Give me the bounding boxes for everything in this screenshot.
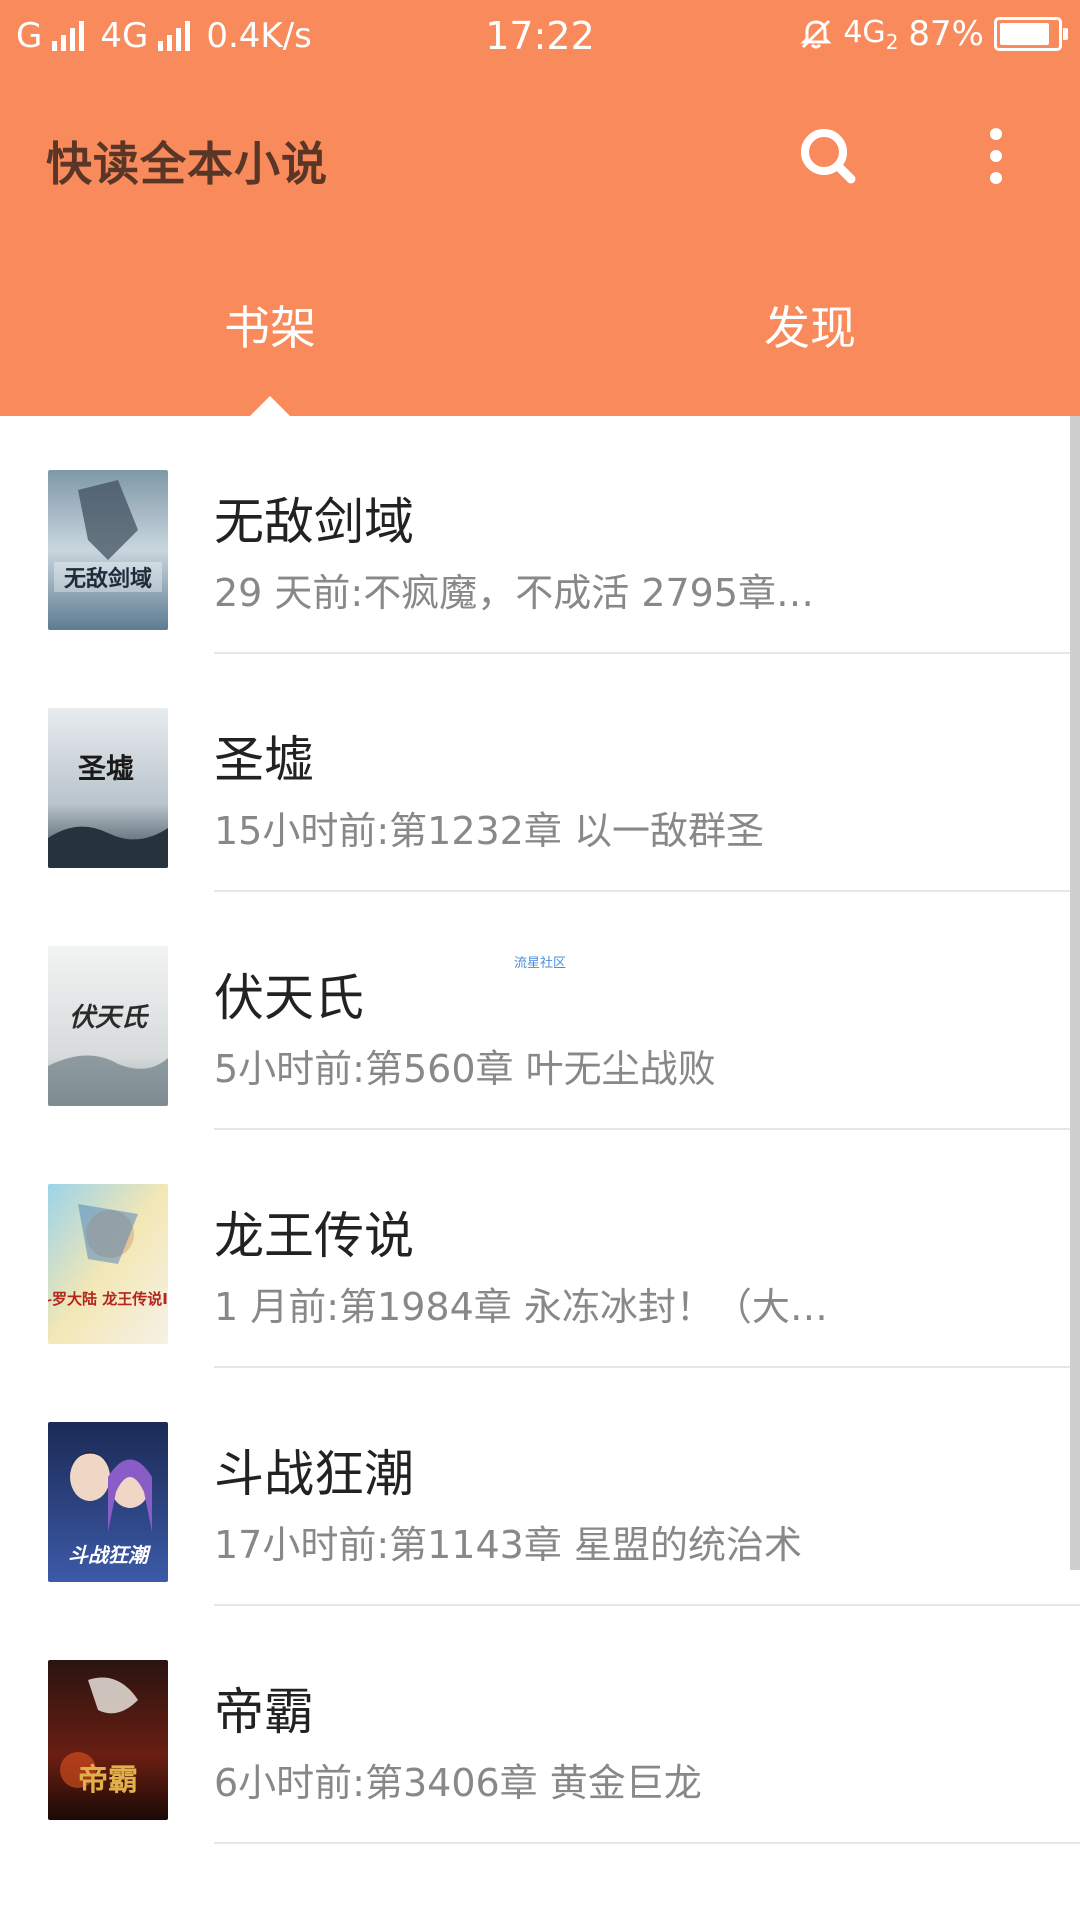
status-bar: G 4G 0.4K/s 17:22 4G2 87% [0, 0, 1080, 76]
status-right: 4G2 87% [799, 14, 1068, 54]
battery-icon [994, 17, 1068, 51]
more-options-button[interactable] [956, 116, 1036, 196]
cover-text: 斗战狂潮 [68, 1543, 152, 1567]
book-item-dou-zhan-kuang-chao[interactable]: 斗战狂潮 斗战狂潮 17小时前:第1143章 星盟的统治术 [0, 1368, 1080, 1606]
book-list: 无敌剑域 无敌剑域 29 天前:不疯魔，不成活 2795章… 圣墟 圣墟 15小… [0, 416, 1080, 1844]
search-button[interactable] [788, 116, 868, 196]
cover-text: 圣墟 [78, 752, 134, 785]
app-bar: 快读全本小说 [0, 76, 1080, 240]
book-cover: 斗罗大陆 龙王传说III [48, 1184, 168, 1344]
book-cover: 帝霸 [48, 1660, 168, 1820]
cover-text: 帝霸 [78, 1763, 138, 1798]
more-vertical-icon [990, 128, 1002, 184]
book-title: 伏天氏 [214, 969, 364, 1027]
cover-text: 斗罗大陆 龙王传说III [48, 1290, 168, 1308]
search-icon [801, 129, 856, 184]
watermark: 流星社区 [514, 956, 567, 971]
book-item-long-wang-chuan-shuo[interactable]: 斗罗大陆 龙王传说III 龙王传说 1 月前:第1984章 永冻冰封！（大… [0, 1130, 1080, 1368]
book-item-di-ba[interactable]: 帝霸 帝霸 6小时前:第3406章 黄金巨龙 [0, 1606, 1080, 1844]
alarm-off-icon [800, 19, 832, 49]
cover-text: 无敌剑域 [64, 566, 152, 592]
book-latest-update: 6小时前:第3406章 黄金巨龙 [214, 1761, 702, 1805]
book-latest-update: 1 月前:第1984章 永冻冰封！（大… [214, 1285, 828, 1329]
network-label-right: 4G2 [843, 14, 899, 54]
book-title: 龙王传说 [214, 1207, 414, 1265]
tab-bar: 书架 发现 [0, 240, 1080, 416]
book-item-sheng-xu[interactable]: 圣墟 圣墟 15小时前:第1232章 以一敌群圣 [0, 654, 1080, 892]
active-tab-indicator [250, 396, 290, 416]
book-item-wudi-jianyu[interactable]: 无敌剑域 无敌剑域 29 天前:不疯魔，不成活 2795章… [0, 416, 1080, 654]
book-latest-update: 15小时前:第1232章 以一敌群圣 [214, 809, 764, 853]
book-title: 圣墟 [214, 731, 314, 789]
book-title: 帝霸 [214, 1683, 314, 1741]
cover-text: 伏天氏 [69, 1003, 150, 1033]
battery-percent: 87% [908, 14, 984, 54]
book-cover: 斗战狂潮 [48, 1422, 168, 1582]
book-cover: 圣墟 [48, 708, 168, 868]
book-latest-update: 17小时前:第1143章 星盟的统治术 [214, 1523, 802, 1567]
app-title: 快读全本小说 [46, 137, 328, 191]
book-cover: 无敌剑域 [48, 470, 168, 630]
book-cover: 伏天氏 [48, 946, 168, 1106]
tab-bookshelf[interactable]: 书架 [0, 240, 540, 416]
scrollbar[interactable] [1070, 416, 1080, 1570]
book-latest-update: 5小时前:第560章 叶无尘战败 [214, 1047, 716, 1091]
book-title: 无敌剑域 [214, 493, 414, 551]
divider [214, 1842, 1080, 1844]
book-title: 斗战狂潮 [214, 1445, 414, 1503]
book-item-fu-tian-shi[interactable]: 伏天氏 伏天氏 5小时前:第560章 叶无尘战败 [0, 892, 1080, 1130]
book-latest-update: 29 天前:不疯魔，不成活 2795章… [214, 571, 815, 615]
tab-discover[interactable]: 发现 [540, 240, 1080, 416]
